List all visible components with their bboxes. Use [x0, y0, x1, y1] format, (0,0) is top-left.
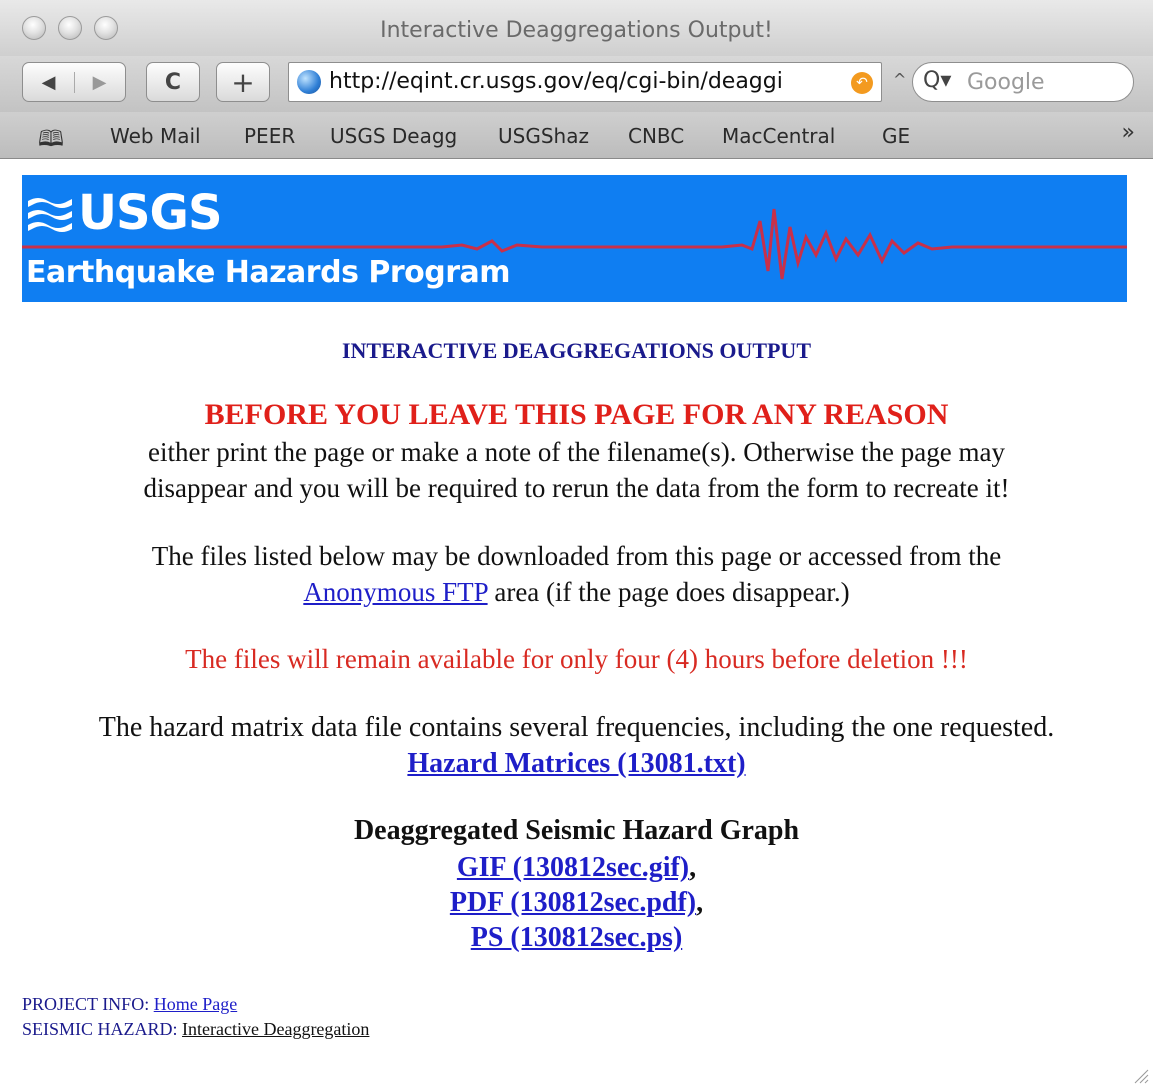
- gif-link[interactable]: GIF (130812sec.gif): [457, 852, 689, 883]
- graph-title: Deaggregated Seismic Hazard Graph: [353, 815, 800, 846]
- bookmark-ge[interactable]: GE: [882, 124, 910, 148]
- globe-icon: [297, 70, 321, 94]
- warning-line-2: disappear and you will be required to re…: [143, 473, 1010, 503]
- plus-icon: +: [231, 65, 255, 99]
- program-name: Earthquake Hazards Program: [26, 255, 511, 290]
- resize-grip-icon[interactable]: [1133, 1068, 1149, 1084]
- warning-line-1: either print the page or make a note of …: [148, 437, 1005, 467]
- snapback-icon[interactable]: ↶: [851, 72, 873, 94]
- back-button[interactable]: ◀: [24, 71, 75, 93]
- files-line-2: Anonymous FTP area (if the page does dis…: [0, 574, 1153, 610]
- search-icon[interactable]: Q▾: [923, 68, 951, 93]
- deletion-warning: The files will remain available for only…: [185, 644, 968, 674]
- hazard-matrices-link[interactable]: Hazard Matrices (13081.txt): [407, 748, 745, 779]
- files-line-2-rest: area (if the page does disappear.): [487, 577, 850, 607]
- home-page-link[interactable]: Home Page: [154, 994, 237, 1014]
- reload-button[interactable]: C: [146, 62, 200, 102]
- page-heading: INTERACTIVE DEAGGREGATIONS OUTPUT: [341, 338, 811, 363]
- add-bookmark-button[interactable]: +: [216, 62, 270, 102]
- caret-up-icon: ^: [893, 70, 907, 89]
- ps-line: PS (130812sec.ps): [0, 922, 1153, 954]
- usgs-logo-icon: [28, 198, 72, 232]
- files-line-1: The files listed below may be downloaded…: [151, 541, 1002, 571]
- footer-seismic-hazard: SEISMIC HAZARD: Interactive Deaggregatio…: [22, 1019, 369, 1040]
- usgs-logo-text: USGS: [78, 185, 223, 241]
- search-field[interactable]: Q▾ Google: [912, 62, 1134, 102]
- bookmark-peer[interactable]: PEER: [244, 124, 295, 148]
- gif-line: GIF (130812sec.gif),: [0, 852, 1153, 884]
- matrix-link-line: Hazard Matrices (13081.txt): [0, 746, 1153, 782]
- footer-project-info: PROJECT INFO: Home Page: [22, 994, 237, 1015]
- matrix-description: The hazard matrix data file contains sev…: [98, 712, 1055, 743]
- forward-button[interactable]: ▶: [75, 72, 125, 93]
- ps-link[interactable]: PS (130812sec.ps): [471, 922, 683, 953]
- search-placeholder: Google: [967, 70, 1045, 95]
- browser-toolbar: ◀ ▶ C + http://eqint.cr.usgs.gov/eq/cgi-…: [0, 56, 1153, 112]
- bookmarks-overflow-button[interactable]: »: [1122, 120, 1135, 145]
- anonymous-ftp-link[interactable]: Anonymous FTP: [303, 577, 487, 607]
- window-titlebar: Interactive Deaggregations Output!: [0, 0, 1153, 57]
- bookmarks-book-icon[interactable]: 🕮: [38, 122, 64, 160]
- interactive-deaggregation-link[interactable]: Interactive Deaggregation: [182, 1019, 369, 1039]
- bookmark-maccentral[interactable]: MacCentral: [722, 124, 835, 148]
- pdf-link[interactable]: PDF (130812sec.pdf): [450, 887, 696, 918]
- bookmark-cnbc[interactable]: CNBC: [628, 124, 684, 148]
- gif-comma: ,: [689, 852, 697, 883]
- seismic-hazard-label: SEISMIC HAZARD:: [22, 1019, 183, 1039]
- warning-title: BEFORE YOU LEAVE THIS PAGE FOR ANY REASO…: [204, 398, 949, 431]
- back-forward-group: ◀ ▶: [22, 62, 126, 102]
- bookmark-web-mail[interactable]: Web Mail: [110, 124, 201, 148]
- bookmark-usgshaz[interactable]: USGShaz: [498, 124, 589, 148]
- reload-icon: C: [164, 69, 182, 95]
- usgs-banner[interactable]: USGS Earthquake Hazards Program: [22, 175, 1127, 302]
- pdf-line: PDF (130812sec.pdf),: [0, 887, 1153, 919]
- window-title: Interactive Deaggregations Output!: [380, 18, 773, 43]
- bookmark-usgs-deagg[interactable]: USGS Deagg: [330, 124, 457, 148]
- bookmarks-bar: 🕮 Web Mail PEER USGS Deagg USGShaz CNBC …: [0, 112, 1153, 159]
- pdf-comma: ,: [696, 887, 704, 918]
- url-text[interactable]: http://eqint.cr.usgs.gov/eq/cgi-bin/deag…: [329, 69, 839, 94]
- project-info-label: PROJECT INFO:: [22, 994, 154, 1014]
- address-bar[interactable]: http://eqint.cr.usgs.gov/eq/cgi-bin/deag…: [288, 62, 882, 102]
